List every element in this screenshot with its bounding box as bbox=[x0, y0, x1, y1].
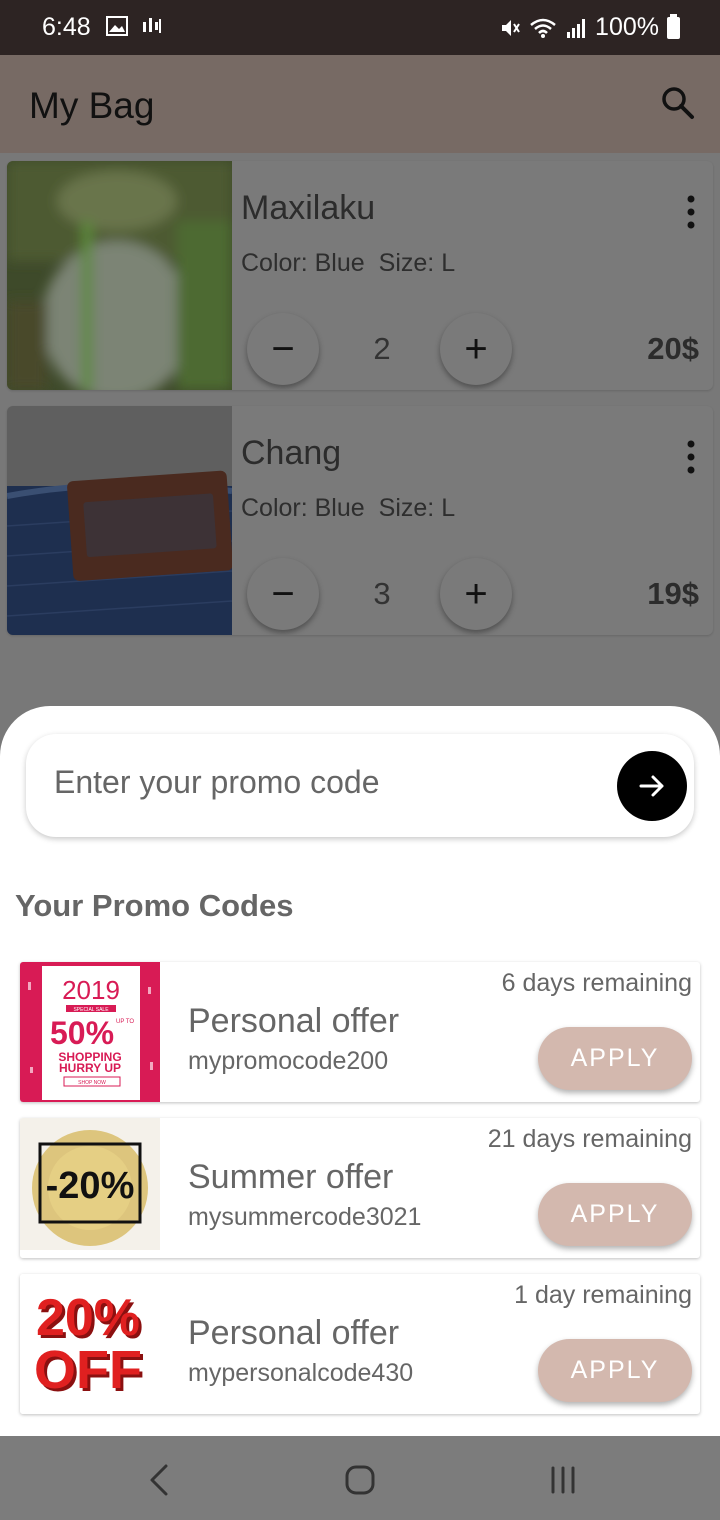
product-color: Color: Blue bbox=[241, 494, 365, 522]
promo-code-input[interactable] bbox=[54, 764, 594, 801]
cart-item[interactable]: Maxilaku Color: Blue Size: L − 2 + 20$ bbox=[7, 161, 713, 390]
quantity-value: 3 bbox=[373, 576, 391, 611]
status-right-icons: 100% bbox=[499, 13, 680, 42]
promo-codes-heading: Your Promo Codes bbox=[15, 888, 294, 923]
promo-image-line2: HURRY UP bbox=[59, 1061, 121, 1075]
submit-promo-button[interactable] bbox=[617, 751, 687, 821]
promo-image-percent: 50% bbox=[50, 1015, 114, 1051]
product-size: Size: L bbox=[378, 249, 456, 277]
promo-image-button: SHOP NOW bbox=[78, 1080, 106, 1086]
cart-list: Maxilaku Color: Blue Size: L − 2 + 20$ Ch… bbox=[0, 153, 720, 753]
product-attributes: Color: Blue Size: L bbox=[241, 494, 455, 523]
system-nav-bar bbox=[0, 1436, 720, 1520]
promo-remaining: 1 day remaining bbox=[514, 1281, 692, 1309]
promo-code: mypromocode200 bbox=[188, 1047, 389, 1075]
page-title: My Bag bbox=[29, 85, 155, 126]
promo-image-gold-20: -20% bbox=[20, 1118, 160, 1258]
promo-image-year: 2019 bbox=[62, 975, 120, 1005]
product-price: 19$ bbox=[647, 576, 699, 611]
apply-button[interactable]: APPLY bbox=[538, 1339, 692, 1402]
product-attributes: Color: Blue Size: L bbox=[241, 249, 455, 278]
promo-image-word: OFF bbox=[34, 1340, 142, 1400]
promo-code-item[interactable]: -20% Summer offer mysummercode3021 21 da… bbox=[20, 1118, 700, 1258]
cart-item[interactable]: Chang Color: Blue Size: L − 3 + 19$ bbox=[7, 406, 713, 635]
status-bar: 6:48 100% bbox=[0, 0, 720, 55]
increase-quantity-button[interactable]: + bbox=[440, 558, 512, 630]
more-options-icon[interactable] bbox=[683, 195, 699, 229]
promo-image-20-off: 20% 20% OFF OFF bbox=[20, 1274, 160, 1414]
decrease-quantity-button[interactable]: − bbox=[247, 558, 319, 630]
promo-bottom-sheet: Your Promo Codes 2019 SPECIAL SALE 50% U… bbox=[0, 706, 720, 1436]
promo-image-sale-50: 2019 SPECIAL SALE 50% UP TO SHOPPING HUR… bbox=[20, 962, 160, 1102]
voicemail-bars-icon bbox=[143, 18, 161, 33]
more-options-icon[interactable] bbox=[683, 440, 699, 474]
quantity-value: 2 bbox=[373, 331, 391, 366]
increase-quantity-button[interactable]: + bbox=[440, 313, 512, 385]
promo-title: Personal offer bbox=[188, 1002, 400, 1040]
product-image bbox=[7, 406, 232, 635]
promo-image-percent: -20% bbox=[46, 1165, 135, 1207]
status-time: 6:48 bbox=[42, 13, 91, 41]
promo-remaining: 21 days remaining bbox=[487, 1125, 692, 1153]
signal-icon bbox=[567, 18, 586, 38]
promo-code-field bbox=[26, 734, 694, 837]
recents-icon[interactable] bbox=[543, 1460, 583, 1500]
promo-image-percent: 20% bbox=[36, 1289, 140, 1347]
search-icon[interactable] bbox=[660, 85, 696, 121]
apply-button[interactable]: APPLY bbox=[538, 1183, 692, 1246]
product-price: 20$ bbox=[647, 331, 699, 366]
promo-image-upto: UP TO bbox=[116, 1019, 134, 1025]
promo-code: mypersonalcode430 bbox=[188, 1359, 414, 1387]
promo-code-item[interactable]: 20% 20% OFF OFF Personal offer mypersona… bbox=[20, 1274, 700, 1414]
battery-percent: 100% bbox=[595, 13, 659, 41]
promo-code: mysummercode3021 bbox=[188, 1203, 422, 1231]
back-icon[interactable] bbox=[140, 1460, 180, 1500]
decrease-quantity-button[interactable]: − bbox=[247, 313, 319, 385]
gallery-icon bbox=[106, 16, 128, 36]
product-image bbox=[7, 161, 232, 390]
promo-image-tag: SPECIAL SALE bbox=[73, 1007, 109, 1013]
arrow-right-icon bbox=[639, 775, 664, 797]
app-bar: My Bag bbox=[0, 55, 720, 153]
mute-icon bbox=[502, 19, 520, 36]
wifi-icon bbox=[530, 18, 556, 38]
product-name: Maxilaku bbox=[241, 189, 376, 227]
apply-button[interactable]: APPLY bbox=[538, 1027, 692, 1090]
battery-icon bbox=[667, 13, 680, 39]
product-size: Size: L bbox=[378, 494, 456, 522]
promo-code-item[interactable]: 2019 SPECIAL SALE 50% UP TO SHOPPING HUR… bbox=[20, 962, 700, 1102]
promo-title: Summer offer bbox=[188, 1158, 394, 1196]
status-left-icons bbox=[106, 16, 162, 36]
product-color: Color: Blue bbox=[241, 249, 365, 277]
promo-remaining: 6 days remaining bbox=[501, 969, 692, 997]
promo-title: Personal offer bbox=[188, 1314, 400, 1352]
product-name: Chang bbox=[241, 434, 342, 472]
home-icon[interactable] bbox=[340, 1460, 380, 1500]
